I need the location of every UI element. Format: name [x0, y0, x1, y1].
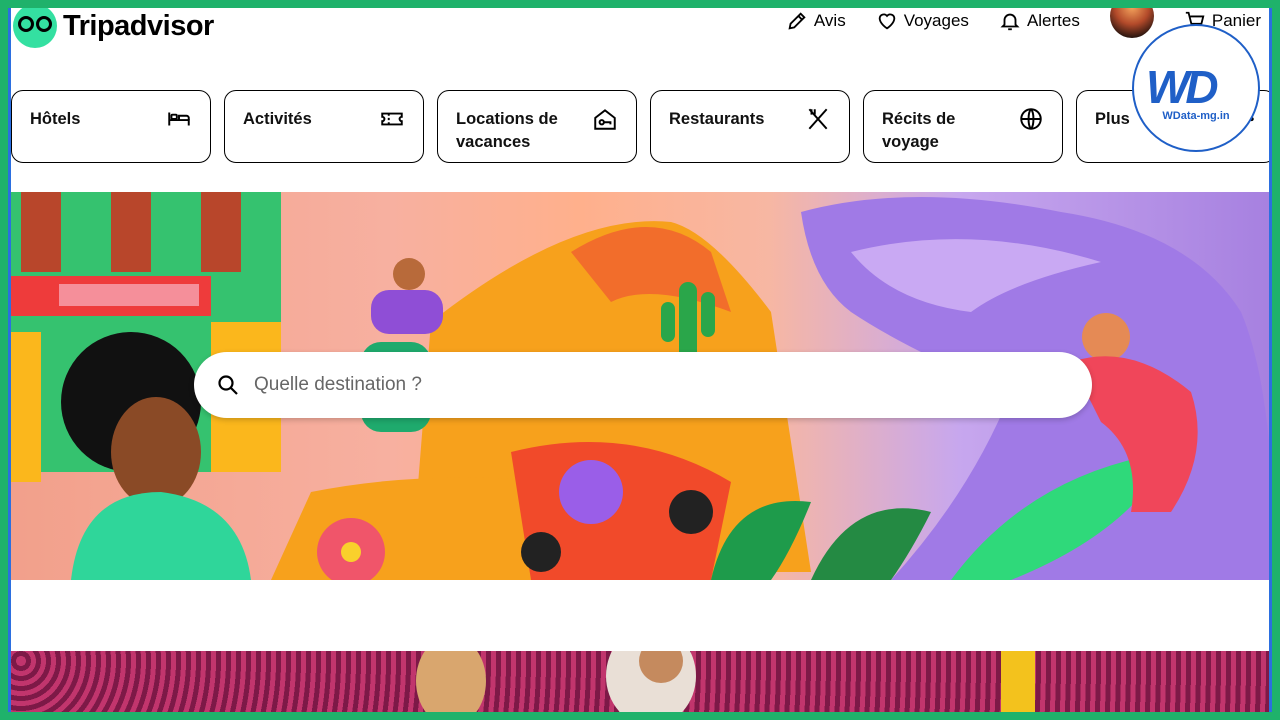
user-avatar[interactable]	[1109, 8, 1154, 38]
brand-name: Tripadvisor	[63, 9, 214, 42]
bell-icon	[1000, 13, 1020, 31]
browser-frame: Tripadvisor Avis Voyages Alertes Panier …	[8, 8, 1272, 712]
nav-reviews-label: Avis	[813, 11, 846, 30]
destination-search[interactable]: Quelle destination ?	[194, 352, 1092, 418]
tab-label: Restaurants	[669, 110, 765, 128]
search-icon	[218, 375, 238, 395]
hero-banner: Quelle destination ?	[11, 192, 1269, 580]
ticket-icon	[381, 112, 403, 126]
search-placeholder: Quelle destination ?	[254, 374, 422, 395]
watermark-logo: WD WData-mg.in	[1132, 24, 1260, 152]
nav-trips[interactable]: Voyages	[876, 10, 969, 32]
nav-alerts[interactable]: Alertes	[999, 10, 1080, 32]
bed-icon	[168, 112, 190, 126]
tab-label: Locations de vacances	[456, 110, 558, 151]
tab-travel-stories[interactable]: Récits de voyage	[863, 90, 1063, 163]
tripadvisor-logo[interactable]: Tripadvisor	[13, 8, 214, 48]
globe-icon	[1020, 108, 1042, 130]
frame-top	[0, 0, 1280, 8]
pencil-icon	[788, 12, 806, 30]
utensils-icon	[808, 108, 828, 130]
owl-logo-icon	[13, 8, 57, 48]
nav-alerts-label: Alertes	[1026, 11, 1080, 30]
tab-activities[interactable]: Activités	[224, 90, 424, 163]
heart-icon	[878, 13, 895, 30]
nav-trips-label: Voyages	[903, 11, 969, 30]
house-key-icon	[594, 109, 616, 130]
tab-label: Hôtels	[30, 110, 81, 128]
watermark-site: WData-mg.in	[1162, 110, 1230, 122]
tab-vacation-rentals[interactable]: Locations de vacances	[437, 90, 637, 163]
tab-hotels[interactable]: Hôtels	[11, 90, 211, 163]
watermark-letters: WD	[1146, 61, 1219, 113]
people-silhouettes	[416, 651, 1035, 712]
nav-reviews[interactable]: Avis	[786, 10, 846, 32]
tab-restaurants[interactable]: Restaurants	[650, 90, 850, 163]
tab-label: Récits de voyage	[882, 110, 956, 151]
tulip-field-photo	[11, 651, 1269, 712]
tab-label: Activités	[243, 110, 312, 128]
